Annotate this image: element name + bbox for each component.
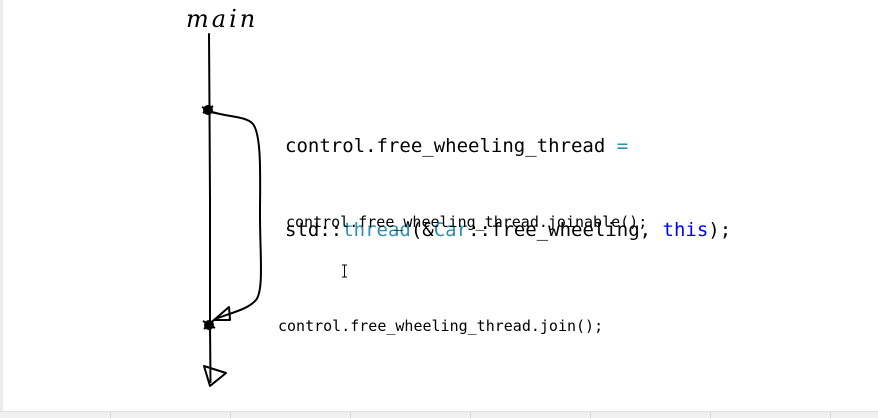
code-text: control.free_wheeling_thread: [285, 135, 606, 157]
text-cursor-icon: [342, 264, 347, 278]
thread-creation-code: control.free_wheeling_thread = std::thre…: [285, 76, 731, 300]
diagram-canvas: main control.free_wheeling_thread = std:…: [0, 0, 878, 418]
joinable-code: control.free_wheeling_thread.joinable();: [286, 213, 648, 231]
code-keyword-this: this: [662, 219, 709, 241]
main-end-arrowhead: [203, 365, 227, 387]
join-arrowhead: [213, 306, 231, 321]
join-node: [202, 319, 216, 330]
bottom-scrollbar-strip[interactable]: [0, 411, 878, 418]
code-operator: =: [605, 135, 629, 157]
join-code: control.free_wheeling_thread.join();: [278, 317, 604, 335]
thread-creation-line-1: control.free_wheeling_thread =: [285, 132, 731, 160]
fork-node: [201, 105, 215, 115]
main-label: main: [186, 5, 258, 33]
code-text: );: [708, 219, 732, 241]
spawned-thread-loop: [211, 111, 262, 319]
main-label-handwriting: main: [186, 5, 258, 33]
